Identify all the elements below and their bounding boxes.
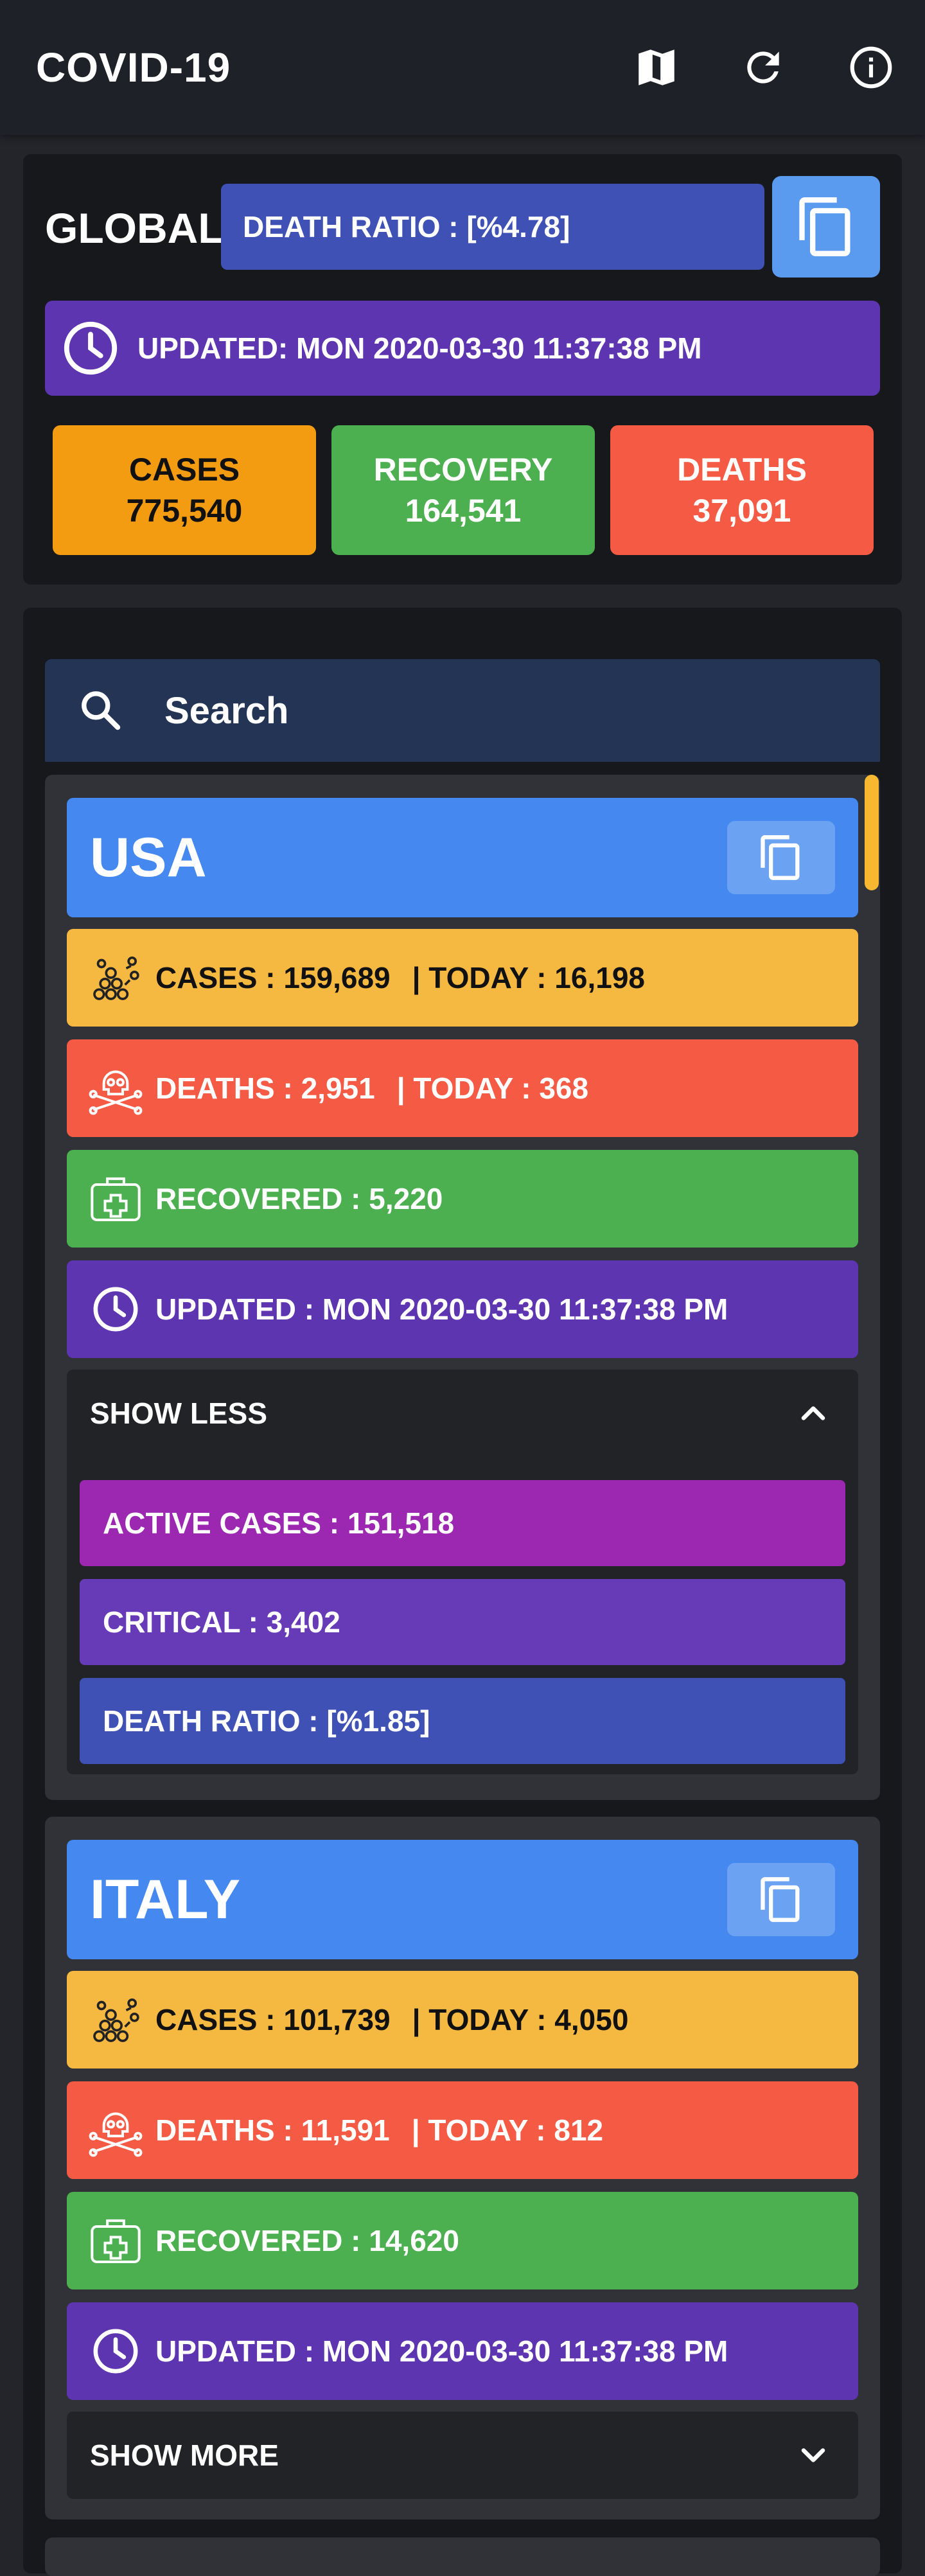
- copy-icon: [761, 1877, 800, 1922]
- show-less-toggle[interactable]: SHOW LESS: [67, 1370, 858, 1457]
- global-updated-text: UPDATED: MON 2020-03-30 11:37:38 PM: [137, 331, 702, 365]
- critical-row: CRITICAL : 3,402: [80, 1579, 845, 1665]
- clock-icon: [64, 321, 118, 375]
- country-panel-next: [45, 2537, 880, 2576]
- country-name: ITALY: [90, 1869, 241, 1930]
- first-aid-kit-icon: [91, 1177, 141, 1222]
- country-header: USA: [67, 798, 858, 917]
- copy-icon: [761, 835, 800, 880]
- refresh-icon[interactable]: [739, 43, 788, 92]
- search-bar[interactable]: [45, 659, 880, 762]
- skull-crossbones-icon: [89, 1070, 143, 1115]
- active-cases-text: ACTIVE CASES : 151,518: [103, 1506, 455, 1540]
- country-panel-usa: USA CASES : 159,689 | TODAY : 16,198 DEA…: [45, 775, 880, 1800]
- global-cases-label: CASES: [128, 452, 240, 488]
- app-bar: COVID-19: [0, 0, 925, 135]
- cases-text: CASES : 159,689: [155, 961, 391, 994]
- updated-row: UPDATED : MON 2020-03-30 11:37:38 PM: [67, 1260, 858, 1358]
- country-name: USA: [90, 827, 207, 888]
- global-cases-value: 775,540: [126, 493, 243, 529]
- details-expanded: SHOW LESS ACTIVE CASES : 151,518 CRITICA…: [67, 1370, 858, 1774]
- global-death-ratio-text: DEATH RATIO : [%4.78]: [243, 210, 570, 243]
- critical-text: CRITICAL : 3,402: [103, 1605, 340, 1639]
- global-cases-box: CASES 775,540: [53, 425, 316, 555]
- updated-text: UPDATED : MON 2020-03-30 11:37:38 PM: [155, 2334, 728, 2368]
- virus-cluster-icon: [93, 1998, 139, 2042]
- skull-crossbones-icon: [89, 2112, 143, 2157]
- cases-today-text: | TODAY : 16,198: [412, 961, 645, 994]
- recovered-row: RECOVERED : 14,620: [67, 2192, 858, 2289]
- deaths-today-text: | TODAY : 812: [411, 2113, 604, 2147]
- global-recovery-label: RECOVERY: [373, 452, 553, 488]
- show-more-toggle[interactable]: SHOW MORE: [67, 2412, 858, 2499]
- copy-country-button[interactable]: [727, 821, 835, 894]
- updated-text: UPDATED : MON 2020-03-30 11:37:38 PM: [155, 1292, 728, 1326]
- virus-cluster-icon: [93, 957, 139, 1000]
- cases-today-text: | TODAY : 4,050: [412, 2003, 629, 2036]
- country-header: ITALY: [67, 1840, 858, 1959]
- global-updated: UPDATED: MON 2020-03-30 11:37:38 PM: [45, 301, 880, 396]
- chevron-up-icon: [801, 1406, 825, 1420]
- recovered-text: RECOVERED : 5,220: [155, 1182, 443, 1215]
- recovered-row: RECOVERED : 5,220: [67, 1150, 858, 1248]
- chevron-down-icon: [801, 2448, 825, 2462]
- toggle-label: SHOW LESS: [90, 1397, 268, 1430]
- recovered-text: RECOVERED : 14,620: [155, 2224, 459, 2257]
- deaths-today-text: | TODAY : 368: [396, 1072, 589, 1105]
- deaths-text: DEATHS : 2,951: [155, 1072, 375, 1105]
- map-icon[interactable]: [632, 43, 681, 92]
- death-ratio-row: DEATH RATIO : [%1.85]: [80, 1678, 845, 1764]
- info-icon[interactable]: [847, 43, 895, 92]
- global-label: GLOBAL: [45, 204, 224, 252]
- active-cases-row: ACTIVE CASES : 151,518: [80, 1480, 845, 1566]
- updated-row: UPDATED : MON 2020-03-30 11:37:38 PM: [67, 2302, 858, 2400]
- deaths-row: DEATHS : 11,591 | TODAY : 812: [67, 2081, 858, 2179]
- cases-row: CASES : 101,739 | TODAY : 4,050: [67, 1971, 858, 2069]
- cases-text: CASES : 101,739: [155, 2003, 391, 2036]
- app-title: COVID-19: [36, 44, 231, 91]
- country-panel-italy: ITALY CASES : 101,739 | TODAY : 4,050 DE…: [45, 1817, 880, 2519]
- global-deaths-label: DEATHS: [677, 452, 807, 488]
- death-ratio-text: DEATH RATIO : [%1.85]: [103, 1704, 430, 1738]
- global-deaths-value: 37,091: [692, 493, 791, 529]
- copy-global-button[interactable]: [772, 176, 880, 278]
- copy-icon: [799, 197, 850, 256]
- search-icon: [82, 691, 121, 730]
- global-recovery-value: 164,541: [405, 493, 522, 529]
- copy-country-button[interactable]: [727, 1863, 835, 1936]
- search-input[interactable]: [163, 688, 808, 733]
- global-deaths-box: DEATHS 37,091: [610, 425, 874, 555]
- first-aid-kit-icon: [91, 2219, 141, 2264]
- cases-row: CASES : 159,689 | TODAY : 16,198: [67, 929, 858, 1027]
- clock-icon: [93, 2329, 138, 2374]
- clock-icon: [93, 1287, 138, 1332]
- toggle-label: SHOW MORE: [90, 2439, 279, 2472]
- deaths-row: DEATHS : 2,951 | TODAY : 368: [67, 1039, 858, 1137]
- global-recovery-box: RECOVERY 164,541: [331, 425, 595, 555]
- deaths-text: DEATHS : 11,591: [155, 2113, 390, 2147]
- list-scrollbar[interactable]: [865, 775, 879, 890]
- global-death-ratio: DEATH RATIO : [%4.78]: [221, 184, 764, 270]
